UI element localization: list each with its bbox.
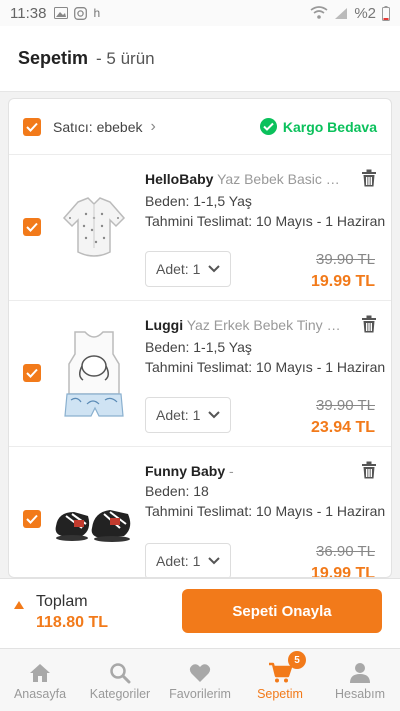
home-icon xyxy=(29,659,51,687)
delivery-estimate: Tahmini Teslimat: 10 Mayıs - 1 Haziran xyxy=(145,503,386,519)
nav-label: Kategoriler xyxy=(89,687,151,701)
quantity-select[interactable]: Adet: 1 xyxy=(145,397,231,433)
cart-header: Sepetim - 5 ürün xyxy=(0,26,400,92)
heart-icon xyxy=(189,659,211,687)
check-circle-icon xyxy=(259,118,277,135)
product-name[interactable]: Funny Baby - xyxy=(145,463,345,479)
product-title: Yaz Erkek Bebek Tiny Ele... xyxy=(186,317,345,333)
page-title: Sepetim xyxy=(18,48,89,68)
old-price: 39.90 TL xyxy=(316,397,375,414)
cart-item: Luggi Yaz Erkek Bebek Tiny Ele... Beden:… xyxy=(9,301,391,447)
chevron-down-icon xyxy=(208,265,220,273)
cart-item: Funny Baby - Beden: 18 Tahmini Teslimat:… xyxy=(9,447,391,578)
product-image[interactable] xyxy=(51,173,137,283)
check-icon xyxy=(26,368,38,378)
old-price: 39.90 TL xyxy=(316,251,375,268)
caret-up-icon[interactable] xyxy=(14,601,24,609)
new-price: 23.94 TL xyxy=(310,419,375,436)
nav-label: Anasayfa xyxy=(13,687,67,701)
chevron-down-icon xyxy=(208,411,220,419)
nav-label: Favorilerim xyxy=(169,687,231,701)
product-title: - xyxy=(229,463,234,479)
product-size: Beden: 18 xyxy=(145,483,209,499)
check-icon xyxy=(26,222,38,232)
signal-icon xyxy=(335,8,348,19)
search-icon xyxy=(109,659,131,687)
old-price: 36.90 TL xyxy=(316,543,375,560)
free-shipping-text: Kargo Bedava xyxy=(282,118,377,135)
product-image[interactable] xyxy=(51,319,137,429)
item-checkbox[interactable] xyxy=(23,510,41,528)
product-brand: Funny Baby xyxy=(145,463,226,479)
chevron-down-icon xyxy=(208,557,220,565)
item-count: - 5 ürün xyxy=(96,48,155,68)
product-size: Beden: 1-1,5 Yaş xyxy=(145,339,252,355)
nav-item-home[interactable]: Anasayfa xyxy=(0,649,80,711)
product-name[interactable]: Luggi Yaz Erkek Bebek Tiny Ele... xyxy=(145,317,345,333)
quantity-value: Adet: 1 xyxy=(156,553,201,569)
status-bar: 11:38 h %2 xyxy=(0,0,400,26)
gallery-icon xyxy=(54,7,69,19)
confirm-cart-button[interactable]: Sepeti Onayla xyxy=(182,589,382,633)
delivery-estimate: Tahmini Teslimat: 10 Mayıs - 1 Haziran xyxy=(145,213,386,229)
nav-item-categories[interactable]: Kategoriler xyxy=(80,649,160,711)
nav-item-cart[interactable]: 5 Sepetim xyxy=(240,649,320,711)
product-image[interactable] xyxy=(51,465,137,575)
nav-item-account[interactable]: Hesabım xyxy=(320,649,400,711)
instagram-icon xyxy=(74,6,88,20)
item-checkbox[interactable] xyxy=(23,364,41,382)
total-value: 118.80 TL xyxy=(36,614,109,631)
product-title: Yaz Bebek Basic Gö... xyxy=(217,171,345,187)
cart-item: HelloBaby Yaz Bebek Basic Gö... Beden: 1… xyxy=(9,155,391,301)
delivery-estimate: Tahmini Teslimat: 10 Mayıs - 1 Haziran xyxy=(145,359,386,375)
check-icon xyxy=(26,514,38,524)
product-brand: HelloBaby xyxy=(145,171,214,187)
free-shipping-badge: Kargo Bedava xyxy=(259,118,377,135)
seller-row: Satıcı: ebebek › Kargo Bedava xyxy=(9,99,391,155)
nav-item-favorites[interactable]: Favorilerim xyxy=(160,649,240,711)
trash-icon[interactable] xyxy=(361,169,377,187)
seller-checkbox[interactable] xyxy=(23,117,41,136)
user-icon xyxy=(349,659,371,687)
product-name[interactable]: HelloBaby Yaz Bebek Basic Gö... xyxy=(145,171,345,187)
chevron-right-icon[interactable]: › xyxy=(151,118,156,136)
new-price: 19.99 TL xyxy=(310,273,375,290)
seller-card: Satıcı: ebebek › Kargo Bedava HelloBaby … xyxy=(8,98,392,578)
product-brand: Luggi xyxy=(145,317,184,333)
seller-name: ebebek xyxy=(96,118,143,135)
wifi-icon xyxy=(310,6,328,19)
seller-label: Satıcı: xyxy=(53,118,93,135)
quantity-value: Adet: 1 xyxy=(156,407,201,423)
check-icon xyxy=(26,122,38,132)
quantity-select[interactable]: Adet: 1 xyxy=(145,543,231,577)
product-size: Beden: 1-1,5 Yaş xyxy=(145,193,252,209)
seller-link[interactable]: Satıcı: ebebek xyxy=(53,119,143,135)
quantity-select[interactable]: Adet: 1 xyxy=(145,251,231,287)
status-icons: h xyxy=(54,6,100,20)
status-h: h xyxy=(93,6,101,20)
total-label: Toplam xyxy=(36,593,88,610)
trash-icon[interactable] xyxy=(361,461,377,479)
battery-percent: %2 xyxy=(354,4,376,22)
status-time: 11:38 xyxy=(10,4,47,22)
battery-icon xyxy=(382,5,390,21)
new-price: 19.99 TL xyxy=(310,565,375,578)
trash-icon[interactable] xyxy=(361,315,377,333)
cart-summary-bar: Toplam 118.80 TL Sepeti Onayla xyxy=(0,578,400,648)
nav-label: Hesabım xyxy=(334,687,386,701)
nav-label: Sepetim xyxy=(257,687,303,701)
cart-badge: 5 xyxy=(288,651,306,669)
quantity-value: Adet: 1 xyxy=(156,261,201,277)
item-checkbox[interactable] xyxy=(23,218,41,236)
bottom-nav: Anasayfa Kategoriler Favorilerim 5 Sepet… xyxy=(0,648,400,711)
